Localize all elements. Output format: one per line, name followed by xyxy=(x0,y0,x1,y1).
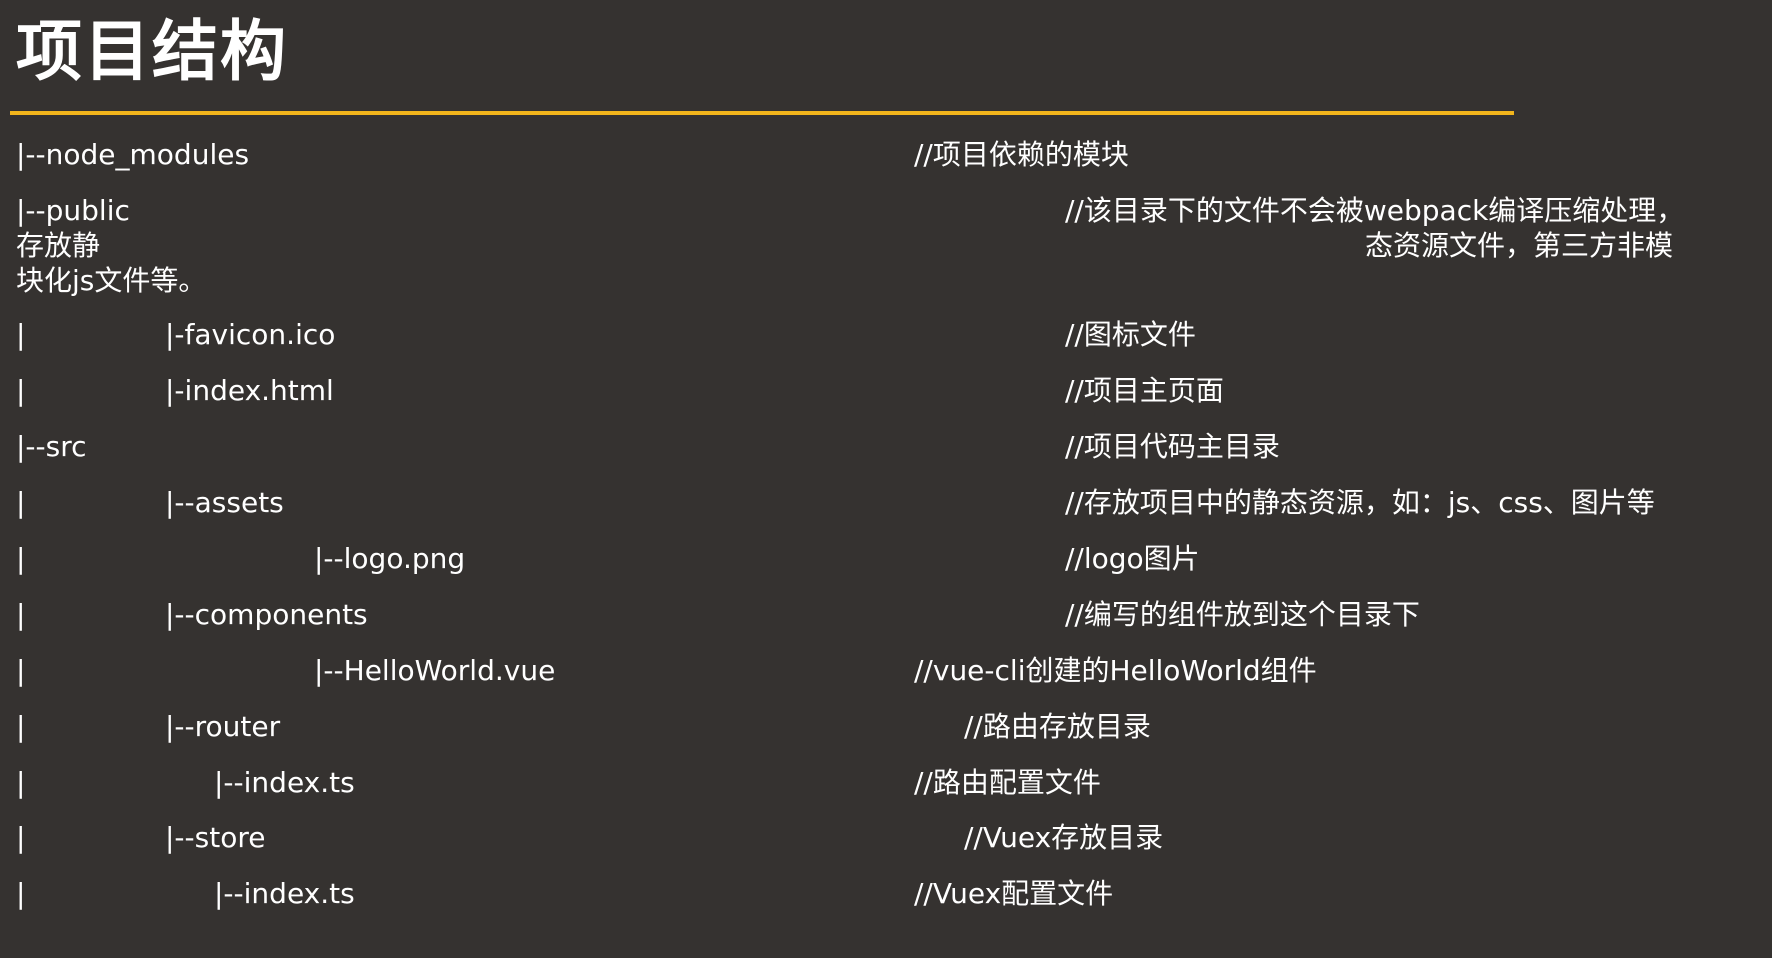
tree-bar: | xyxy=(16,654,26,687)
tree-entry-helloworld: |--HelloWorld.vue xyxy=(314,654,556,687)
title-divider xyxy=(10,111,1514,115)
comment-favicon: //图标文件 xyxy=(1065,318,1196,351)
tree-bar: | xyxy=(16,710,26,743)
tree-bar: | xyxy=(16,598,26,631)
tree-bar: | xyxy=(16,877,26,910)
comment-index-html: //项目主页面 xyxy=(1065,374,1224,407)
comment-store-index: //Vuex配置文件 xyxy=(914,877,1114,910)
tree-bar: | xyxy=(16,318,26,351)
comment-public-continued: 态资源文件，第三方非模 xyxy=(1365,229,1674,262)
tree-entry-router-index: |--index.ts xyxy=(214,766,355,799)
tree-entry-public: |--public xyxy=(16,194,130,227)
comment-helloworld: //vue-cli创建的HelloWorld组件 xyxy=(914,654,1317,687)
comment-components: //编写的组件放到这个目录下 xyxy=(1065,598,1420,631)
comment-assets: //存放项目中的静态资源，如：js、css、图片等 xyxy=(1065,486,1655,519)
tree-entry-store: |--store xyxy=(165,821,266,854)
comment-router-index: //路由配置文件 xyxy=(914,766,1101,799)
tree-entry-components: |--components xyxy=(165,598,368,631)
comment-public: //该目录下的文件不会被webpack编译压缩处理， xyxy=(1065,194,1685,227)
tree-bar: | xyxy=(16,766,26,799)
tree-entry-public-continued-2: 块化js文件等。 xyxy=(16,264,207,297)
tree-entry-router: |--router xyxy=(165,710,281,743)
tree-bar: | xyxy=(16,486,26,519)
tree-bar: | xyxy=(16,821,26,854)
tree-entry-index-html: |-index.html xyxy=(165,374,334,407)
comment-store: //Vuex存放目录 xyxy=(964,821,1164,854)
tree-entry-logo: |--logo.png xyxy=(314,542,466,575)
tree-entry-favicon: |-favicon.ico xyxy=(165,318,336,351)
comment-src: //项目代码主目录 xyxy=(1065,430,1280,463)
comment-logo: //logo图片 xyxy=(1065,542,1200,575)
page-title: 项目结构 xyxy=(16,13,288,90)
tree-entry-store-index: |--index.ts xyxy=(214,877,355,910)
tree-entry-assets: |--assets xyxy=(165,486,284,519)
tree-entry-src: |--src xyxy=(16,430,87,463)
tree-bar: | xyxy=(16,542,26,575)
comment-node-modules: //项目依赖的模块 xyxy=(914,138,1129,171)
tree-entry-node-modules: |--node_modules xyxy=(16,138,250,171)
tree-entry-public-continued: 存放静 xyxy=(16,229,101,262)
comment-router: //路由存放目录 xyxy=(964,710,1151,743)
tree-bar: | xyxy=(16,374,26,407)
